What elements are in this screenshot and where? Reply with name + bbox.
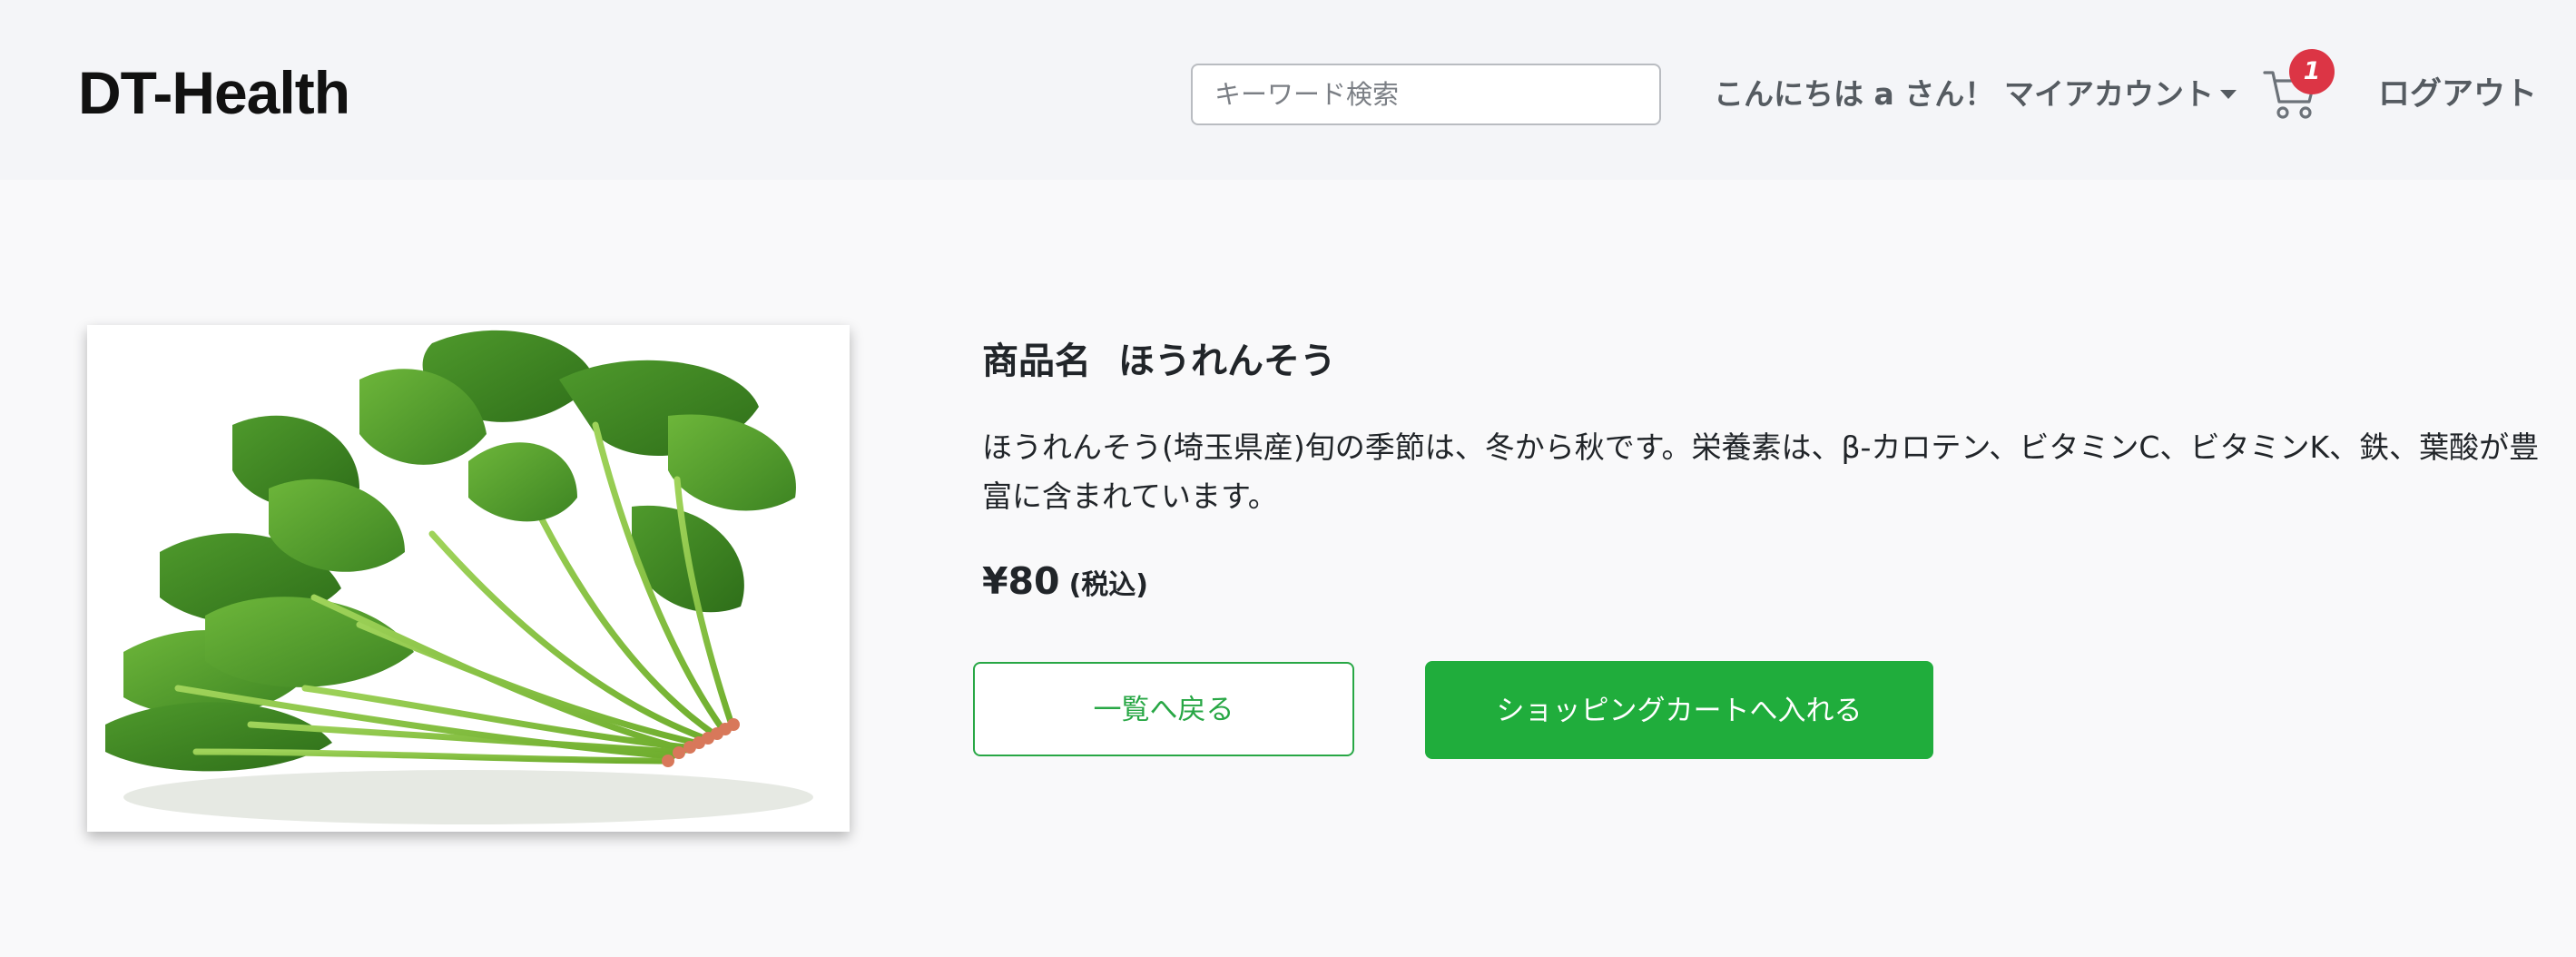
back-to-list-button[interactable]: 一覧へ戻る	[973, 662, 1354, 756]
brand-logo[interactable]: DT-Health	[78, 56, 350, 129]
product-image	[87, 325, 850, 832]
top-navbar: DT-Health こんにちは a さん！ マイアカウント 1 ログアウト	[0, 0, 2576, 180]
logout-link[interactable]: ログアウト	[2378, 71, 2537, 118]
caret-down-icon[interactable]	[2220, 90, 2237, 99]
search-input[interactable]	[1191, 64, 1661, 125]
my-account-dropdown[interactable]: マイアカウント	[2004, 71, 2214, 118]
product-price: ¥80 (税込)	[982, 554, 1148, 617]
tax-note: (税込)	[1068, 569, 1149, 601]
product-title: 商品名 ほうれんそう	[982, 336, 1336, 387]
greeting-text: こんにちは a さん！	[1714, 76, 1995, 112]
product-name-label: 商品名	[982, 340, 1091, 382]
cart-count-badge: 1	[2289, 49, 2335, 94]
product-name: ほうれんそう	[1118, 340, 1336, 382]
add-to-cart-button[interactable]: ショッピングカートへ入れる	[1425, 661, 1933, 759]
product-description: ほうれんそう(埼玉県産)旬の季節は、冬から秋です。栄養素は、β-カロテン、ビタミ…	[982, 429, 2540, 514]
price-amount: ¥80	[982, 559, 1060, 603]
